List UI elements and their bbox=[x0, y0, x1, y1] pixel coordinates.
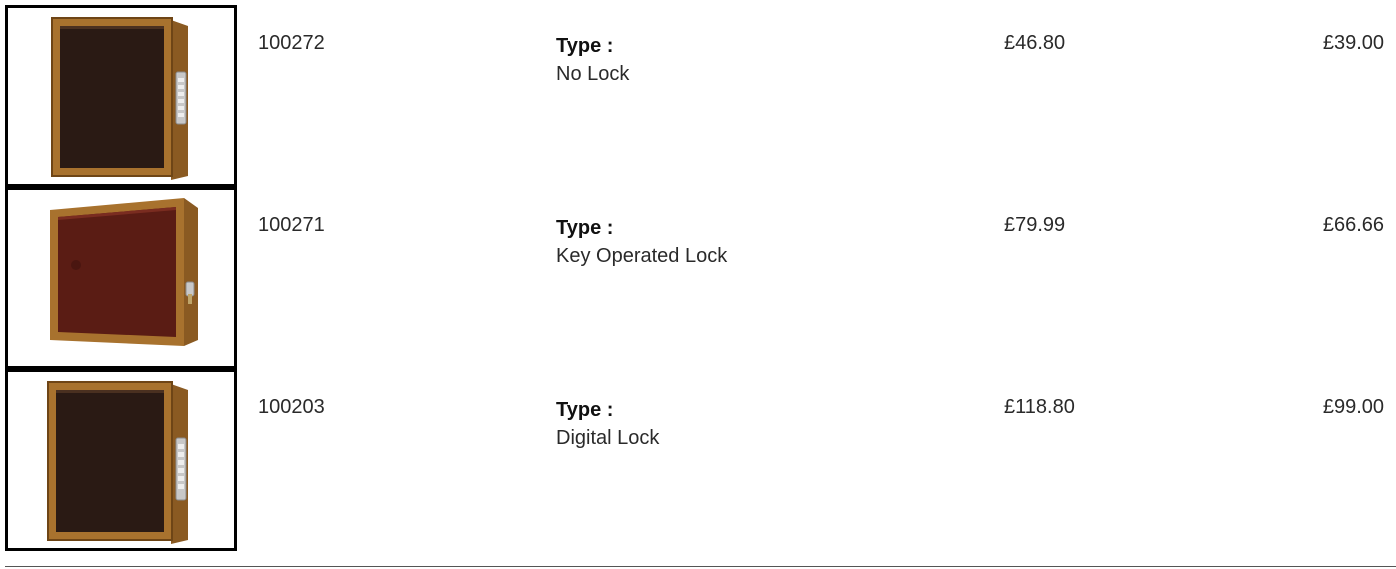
key-cabinet-digital-lock-image bbox=[51, 17, 188, 180]
product-type: Type : Digital Lock bbox=[556, 396, 659, 452]
table-row: 100272 Type : No Lock £46.80 £39.00 bbox=[0, 5, 1396, 187]
price-ex-vat: £66.66 bbox=[1322, 214, 1384, 236]
table-bottom-border bbox=[5, 566, 1396, 567]
price-ex-vat: £99.00 bbox=[1322, 396, 1384, 418]
product-code: 100272 bbox=[258, 32, 325, 54]
price-inc-vat: £46.80 bbox=[1004, 32, 1066, 54]
type-label: Type : bbox=[556, 35, 614, 57]
price-inc-vat: £118.80 bbox=[1004, 396, 1075, 418]
key-cabinet-digital-lock-image bbox=[47, 381, 188, 544]
type-value: Key Operated Lock bbox=[556, 245, 728, 267]
price-inc-vat: £79.99 bbox=[1004, 214, 1066, 236]
product-image-cell[interactable] bbox=[5, 187, 237, 369]
key-cabinet-key-lock-image bbox=[50, 198, 198, 346]
type-label: Type : bbox=[556, 217, 614, 239]
product-image-cell[interactable] bbox=[5, 5, 237, 187]
table-row: 100271 Type : Key Operated Lock £79.99 £… bbox=[0, 187, 1396, 369]
product-image-cell[interactable] bbox=[5, 369, 237, 551]
table-row: 100203 Type : Digital Lock £118.80 £99.0… bbox=[0, 369, 1396, 551]
type-value: No Lock bbox=[556, 63, 630, 85]
type-label: Type : bbox=[556, 399, 614, 421]
type-value: Digital Lock bbox=[556, 427, 660, 449]
product-type: Type : Key Operated Lock bbox=[556, 214, 727, 270]
product-code: 100271 bbox=[258, 214, 325, 236]
product-type: Type : No Lock bbox=[556, 32, 629, 88]
product-table: 100272 Type : No Lock £46.80 £39.00 1002… bbox=[0, 0, 1396, 569]
price-ex-vat: £39.00 bbox=[1322, 32, 1384, 54]
product-code: 100203 bbox=[258, 396, 325, 418]
